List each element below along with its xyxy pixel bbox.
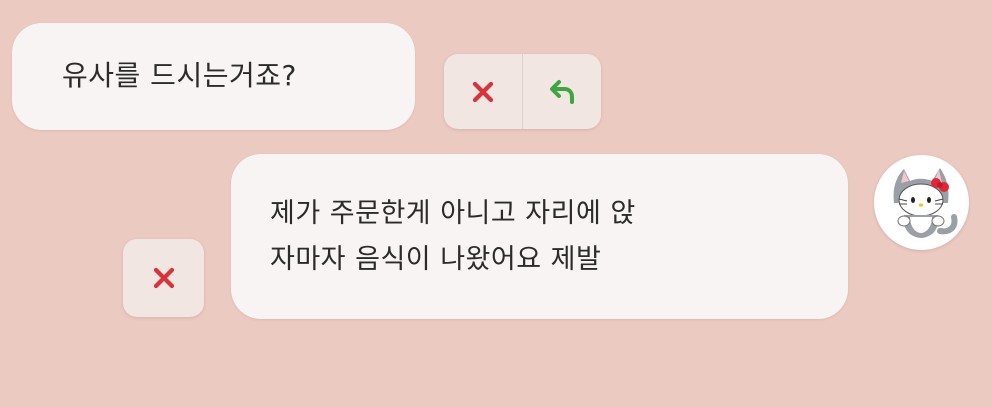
resend-message-button-1[interactable] [523, 54, 601, 129]
delete-message-button-1[interactable] [444, 54, 522, 129]
undo-arrow-icon [550, 79, 574, 104]
message-bubble-1[interactable]: 유사를 드시는거죠? [12, 23, 415, 130]
failed-message-actions-1 [444, 54, 601, 129]
hello-kitty-cat-costume-avatar-icon [893, 168, 958, 238]
close-icon [472, 81, 494, 102]
close-icon [153, 267, 174, 289]
delete-message-button-2[interactable] [123, 239, 204, 317]
message-text-2: 제가 주문한게 아니고 자리에 앉 자마자 음식이 나왔어요 제발 [270, 191, 636, 283]
avatar[interactable] [874, 155, 969, 250]
message-text-2-line-2: 자마자 음식이 나왔어요 제발 [270, 244, 602, 275]
message-text-1: 유사를 드시는거죠? [62, 59, 297, 92]
message-text-2-line-1: 제가 주문한게 아니고 자리에 앉 [270, 198, 636, 229]
message-bubble-2[interactable]: 제가 주문한게 아니고 자리에 앉 자마자 음식이 나왔어요 제발 [231, 154, 848, 319]
